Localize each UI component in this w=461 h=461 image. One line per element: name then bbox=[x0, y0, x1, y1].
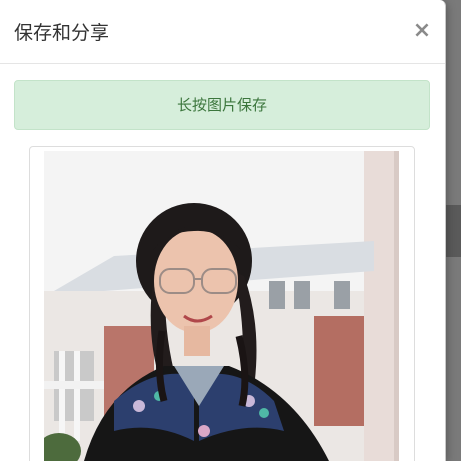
backdrop-page-element bbox=[446, 205, 461, 257]
save-hint-alert: 长按图片保存 bbox=[14, 80, 430, 130]
portrait-photo-image bbox=[44, 151, 399, 461]
dialog-header: 保存和分享 × bbox=[0, 0, 445, 64]
portrait-photo[interactable] bbox=[44, 151, 399, 461]
close-button[interactable]: × bbox=[410, 18, 434, 44]
dialog-title: 保存和分享 bbox=[14, 22, 110, 44]
